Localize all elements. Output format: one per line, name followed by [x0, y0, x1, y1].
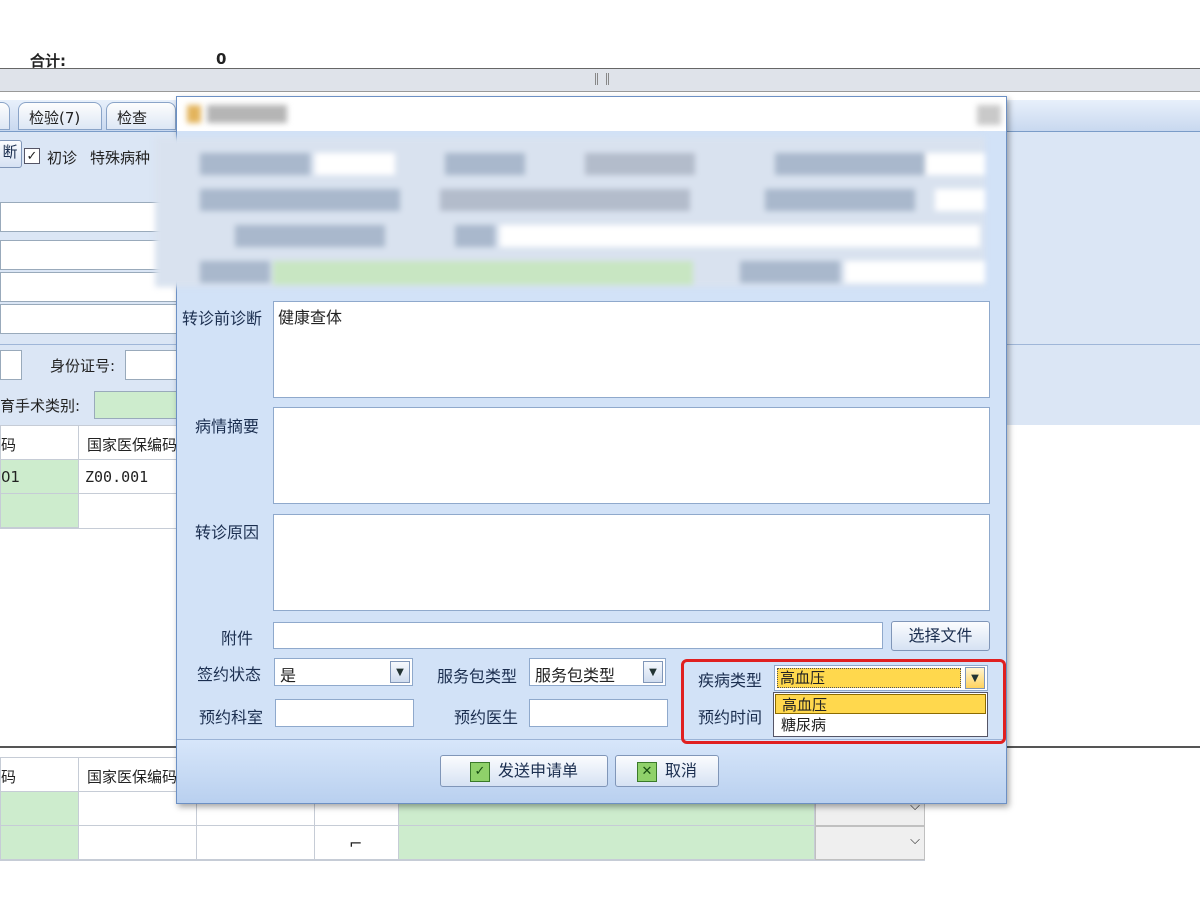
- cancel-button[interactable]: ✕ 取消: [615, 755, 719, 787]
- summary-textarea[interactable]: [273, 407, 990, 504]
- dialog-titlebar[interactable]: [177, 97, 1006, 131]
- select-file-button[interactable]: 选择文件: [891, 621, 990, 651]
- lower-grid-cell[interactable]: [399, 826, 815, 860]
- background-input-4[interactable]: [0, 304, 180, 334]
- id-number-label: 身份证号:: [50, 357, 116, 375]
- dropdown-arrow-icon[interactable]: ▼: [643, 661, 663, 683]
- first-visit-label: 初诊: [47, 149, 78, 167]
- lower-grid-cell[interactable]: [1, 792, 79, 826]
- grid-cell-insurance-code[interactable]: Z00.001: [79, 460, 189, 494]
- service-package-combo[interactable]: 服务包类型 ▼: [529, 658, 666, 686]
- pre-diagnosis-label: 转诊前诊断: [182, 309, 263, 328]
- lower-grid-cell[interactable]: [79, 826, 197, 860]
- service-package-label: 服务包类型: [437, 667, 518, 686]
- appointment-dept-input[interactable]: [275, 699, 414, 727]
- surgery-type-label: 育手术类别:: [0, 397, 81, 415]
- lower-grid-cell[interactable]: [1, 826, 79, 860]
- sign-status-value: 是: [280, 666, 297, 685]
- tab-lab-tests-label: 检验(7): [29, 109, 81, 127]
- submit-request-button[interactable]: ✓ 发送申请单: [440, 755, 608, 787]
- checkmark-icon: ✓: [469, 761, 490, 782]
- dialog-footer: ✓ 发送申请单 ✕ 取消: [177, 739, 1006, 803]
- reason-textarea[interactable]: [273, 514, 990, 611]
- background-input-3[interactable]: [0, 272, 180, 302]
- close-icon[interactable]: [977, 105, 1001, 125]
- patient-info-section: [155, 137, 985, 287]
- lower-grid-header-code: 码: [1, 758, 79, 792]
- attachment-input[interactable]: [273, 622, 883, 649]
- tab-lab-tests[interactable]: 检验(7): [18, 102, 102, 130]
- appointment-doctor-input[interactable]: [529, 699, 668, 727]
- submit-request-label: 发送申请单: [497, 761, 578, 780]
- tab-hidden[interactable]: [0, 102, 10, 130]
- tab-exams[interactable]: 检查: [106, 102, 176, 130]
- surgery-type-input[interactable]: [94, 391, 184, 419]
- lower-grid-combo[interactable]: ⌵: [815, 826, 925, 860]
- chevron-down-icon[interactable]: ⌵: [910, 833, 920, 848]
- splitter-grip-icon[interactable]: [595, 73, 609, 85]
- background-small-input[interactable]: [0, 350, 22, 380]
- lower-grid-cell[interactable]: [197, 826, 315, 860]
- checkbox-icon[interactable]: ⌐: [349, 834, 362, 853]
- background-input-1[interactable]: [0, 202, 180, 232]
- appointment-doctor-label: 预约医生: [454, 708, 519, 727]
- dropdown-option-diabetes[interactable]: 糖尿病: [775, 715, 986, 735]
- lower-grid-header-insurance-code: 国家医保编码: [79, 758, 189, 792]
- dialog-title-text: [207, 105, 287, 123]
- total-value: 0: [216, 50, 227, 68]
- first-visit-checkbox[interactable]: ✓: [24, 148, 40, 164]
- disease-type-dropdown-list[interactable]: 高血压 糖尿病: [773, 692, 988, 737]
- service-package-value: 服务包类型: [535, 666, 616, 685]
- grid-header-code: 码: [1, 426, 79, 460]
- grid-header-insurance-code: 国家医保编码: [79, 426, 189, 460]
- sign-status-label: 签约状态: [197, 665, 262, 684]
- reason-label: 转诊原因: [195, 523, 260, 542]
- splitter-bar[interactable]: [0, 68, 1200, 92]
- attachment-label: 附件: [221, 629, 254, 648]
- background-input-2[interactable]: [0, 240, 180, 270]
- dropdown-arrow-icon[interactable]: ▼: [390, 661, 410, 683]
- app-icon: [187, 105, 201, 123]
- appointment-dept-label: 预约科室: [199, 708, 264, 727]
- pre-diagnosis-textarea[interactable]: 健康查体: [273, 301, 990, 398]
- lower-grid-checkbox-cell[interactable]: ⌐: [315, 826, 399, 860]
- grid-cell-empty[interactable]: [1, 494, 79, 528]
- close-icon: ✕: [636, 761, 657, 782]
- tab-exams-label: 检查: [117, 109, 148, 127]
- grid-cell-code[interactable]: 01: [1, 460, 79, 494]
- sign-status-combo[interactable]: 是 ▼: [274, 658, 413, 686]
- diagnosis-tab-button[interactable]: 断: [0, 140, 22, 168]
- summary-label: 病情摘要: [195, 417, 260, 436]
- dropdown-option-hypertension[interactable]: 高血压: [775, 694, 986, 714]
- cancel-label: 取消: [664, 761, 697, 780]
- special-disease-label: 特殊病种: [90, 149, 151, 167]
